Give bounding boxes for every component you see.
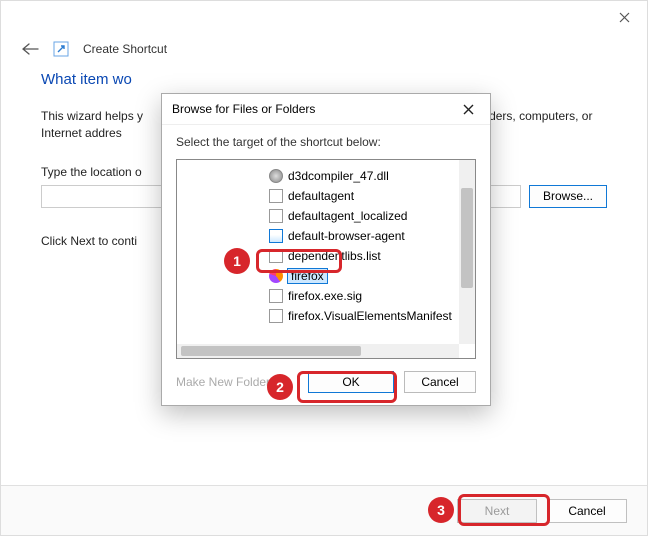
fx-icon [269, 269, 283, 283]
tree-item-label: firefox.exe.sig [288, 289, 362, 303]
file-icon [269, 249, 283, 263]
make-new-folder-button[interactable]: Make New Folder [176, 375, 270, 389]
tree-item[interactable]: dependentlibs.list [181, 246, 471, 266]
page-heading: What item wo [41, 71, 607, 88]
file-icon [269, 189, 283, 203]
tree-item-label: firefox [288, 269, 327, 283]
browse-dialog-titlebar: Browse for Files or Folders [162, 94, 490, 125]
file-icon [269, 309, 283, 323]
tree-item[interactable]: firefox.exe.sig [181, 286, 471, 306]
window-title: Create Shortcut [83, 42, 167, 56]
browse-dialog: Browse for Files or Folders Select the t… [161, 93, 491, 406]
vertical-scrollbar[interactable] [459, 160, 475, 344]
tree-item[interactable]: firefox [181, 266, 471, 286]
horizontal-scrollbar[interactable] [177, 344, 459, 358]
tree-item[interactable]: firefox.VisualElementsManifest [181, 306, 471, 326]
browse-instruction: Select the target of the shortcut below: [176, 135, 476, 149]
browse-cancel-button[interactable]: Cancel [404, 371, 476, 393]
tree-item[interactable]: default-browser-agent [181, 226, 471, 246]
file-icon [269, 289, 283, 303]
gear-icon [269, 169, 283, 183]
browse-dialog-buttons: Make New Folder OK Cancel [176, 371, 476, 393]
browse-button[interactable]: Browse... [529, 185, 607, 208]
next-button[interactable]: Next [457, 499, 537, 523]
tree-item-label: d3dcompiler_47.dll [288, 169, 389, 183]
cancel-button[interactable]: Cancel [547, 499, 627, 523]
footer: Next Cancel [1, 485, 647, 535]
tree-item[interactable]: defaultagent_localized [181, 206, 471, 226]
browse-dialog-close-icon[interactable] [457, 104, 480, 115]
tree-item-label: firefox.VisualElementsManifest [288, 309, 452, 323]
tree-item[interactable]: d3dcompiler_47.dll [181, 166, 471, 186]
browse-dialog-body: Select the target of the shortcut below:… [162, 125, 490, 405]
shortcut-wizard-icon [53, 41, 69, 57]
header-row: Create Shortcut [1, 33, 647, 65]
ok-button[interactable]: OK [308, 371, 394, 393]
tree-item-label: defaultagent [288, 189, 354, 203]
browse-dialog-title: Browse for Files or Folders [172, 102, 315, 116]
close-icon[interactable] [601, 1, 647, 33]
folder-tree[interactable]: d3dcompiler_47.dll defaultagent defaultage… [176, 159, 476, 359]
back-arrow-icon[interactable] [21, 42, 39, 56]
file-icon [269, 209, 283, 223]
tree-item[interactable]: defaultagent [181, 186, 471, 206]
tree-item-label: default-browser-agent [288, 229, 405, 243]
tree-item-label: dependentlibs.list [288, 249, 381, 263]
tree-item-label: defaultagent_localized [288, 209, 407, 223]
titlebar [1, 1, 647, 33]
app-icon [269, 229, 283, 243]
